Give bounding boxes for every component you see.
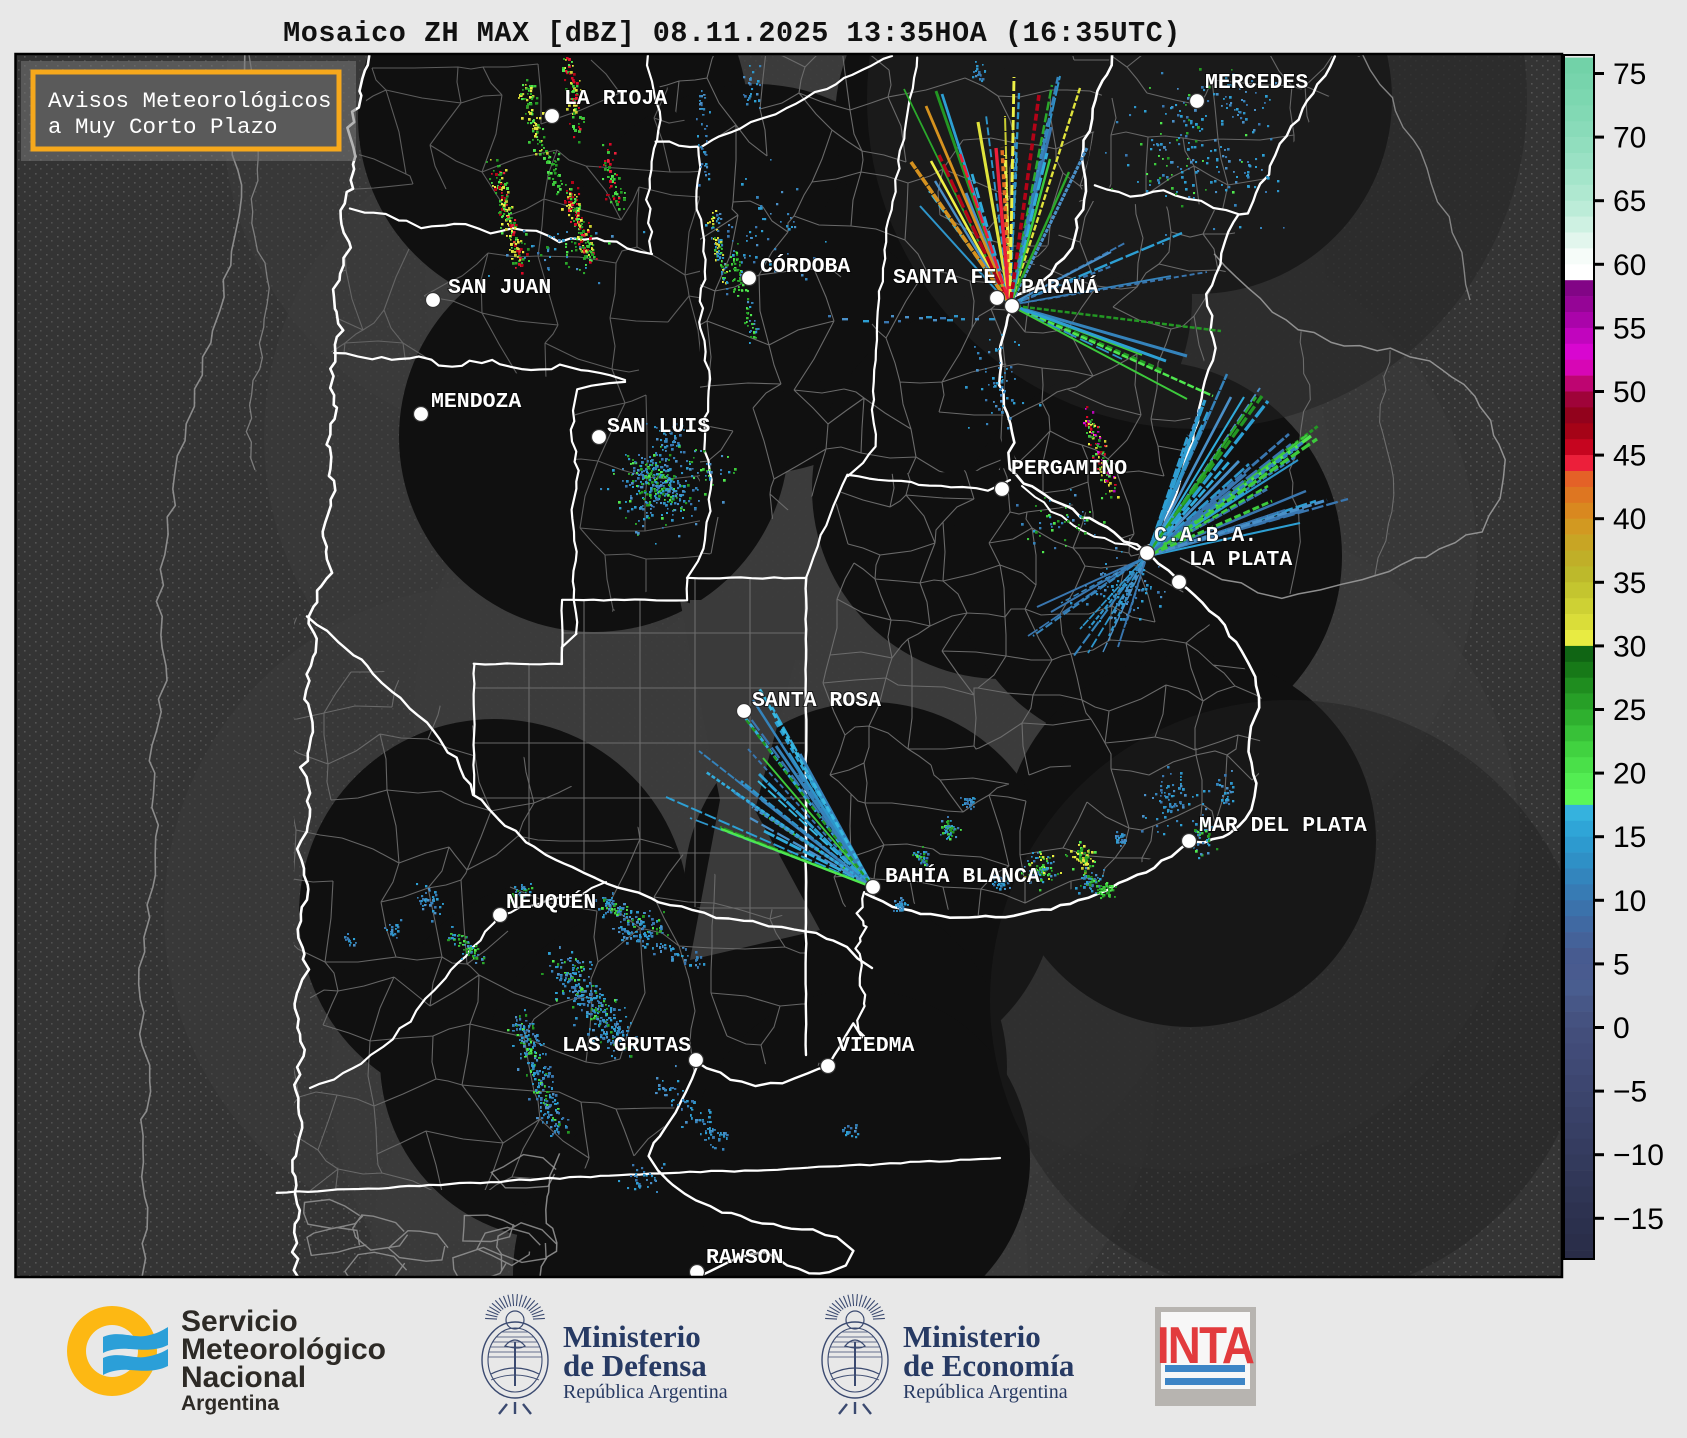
svg-text:Mosaico ZH MAX [dBZ] 08.11.202: Mosaico ZH MAX [dBZ] 08.11.2025 13:35HOA… — [283, 17, 1181, 50]
svg-text:SAN LUIS: SAN LUIS — [607, 415, 710, 439]
svg-text:República Argentina: República Argentina — [563, 1381, 728, 1403]
svg-text:35: 35 — [1613, 567, 1646, 600]
svg-text:RAWSON: RAWSON — [706, 1246, 783, 1270]
svg-text:30: 30 — [1613, 630, 1646, 663]
svg-text:BAHÍA BLANCA: BAHÍA BLANCA — [885, 863, 1040, 889]
svg-text:LA RIOJA: LA RIOJA — [564, 87, 667, 111]
svg-text:MAR DEL PLATA: MAR DEL PLATA — [1199, 814, 1367, 838]
svg-text:50: 50 — [1613, 376, 1646, 409]
svg-text:20: 20 — [1613, 758, 1646, 791]
svg-text:5: 5 — [1613, 948, 1630, 981]
svg-text:CÓRDOBA: CÓRDOBA — [760, 253, 850, 279]
svg-text:0: 0 — [1613, 1012, 1630, 1045]
svg-text:a Muy Corto Plazo: a Muy Corto Plazo — [48, 114, 278, 140]
svg-text:Avisos Meteorológicos: Avisos Meteorológicos — [48, 88, 332, 114]
svg-text:−15: −15 — [1613, 1203, 1664, 1236]
svg-text:−10: −10 — [1613, 1139, 1664, 1172]
svg-text:60: 60 — [1613, 249, 1646, 282]
svg-text:VIEDMA: VIEDMA — [837, 1034, 915, 1058]
svg-text:Argentina: Argentina — [181, 1392, 279, 1415]
svg-text:15: 15 — [1613, 821, 1646, 854]
svg-text:45: 45 — [1613, 440, 1646, 473]
svg-text:75: 75 — [1613, 58, 1646, 91]
svg-text:LAS GRUTAS: LAS GRUTAS — [562, 1034, 691, 1058]
svg-text:SANTA FE: SANTA FE — [893, 266, 996, 290]
svg-text:de Defensa: de Defensa — [563, 1348, 707, 1383]
svg-text:55: 55 — [1613, 312, 1646, 345]
svg-text:PERGAMINO: PERGAMINO — [1011, 457, 1127, 481]
svg-text:70: 70 — [1613, 122, 1646, 155]
svg-text:de Economía: de Economía — [903, 1348, 1075, 1383]
svg-text:40: 40 — [1613, 503, 1646, 536]
svg-text:MENDOZA: MENDOZA — [431, 390, 521, 414]
svg-text:SAN JUAN: SAN JUAN — [448, 276, 551, 300]
svg-text:NEUQUÉN: NEUQUÉN — [506, 889, 596, 915]
svg-text:PARANÁ: PARANÁ — [1021, 274, 1099, 300]
svg-text:República Argentina: República Argentina — [903, 1381, 1068, 1403]
svg-text:10: 10 — [1613, 885, 1646, 918]
svg-text:LA PLATA: LA PLATA — [1189, 548, 1292, 572]
svg-text:C.A.B.A.: C.A.B.A. — [1154, 524, 1257, 548]
svg-text:−5: −5 — [1613, 1076, 1647, 1109]
svg-text:MERCEDES: MERCEDES — [1205, 71, 1308, 95]
svg-text:65: 65 — [1613, 185, 1646, 218]
svg-text:25: 25 — [1613, 694, 1646, 727]
svg-text:SANTA ROSA: SANTA ROSA — [752, 689, 881, 713]
svg-text:Nacional: Nacional — [181, 1361, 306, 1394]
